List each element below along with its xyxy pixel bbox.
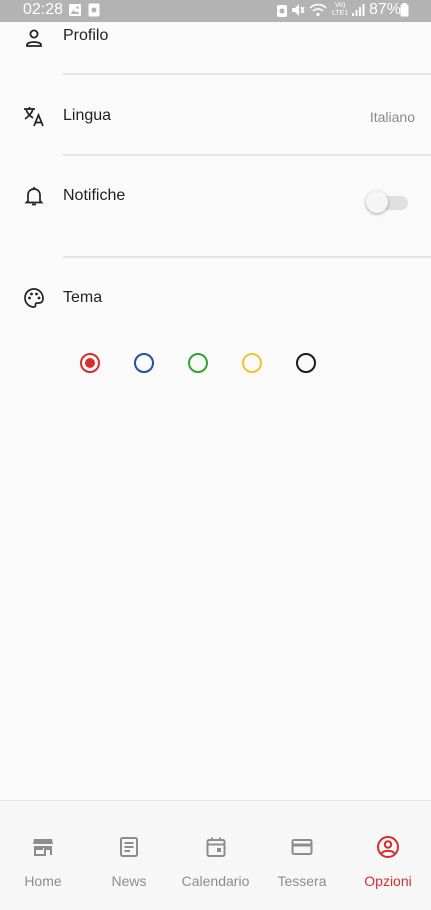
calendar-icon [204, 835, 228, 859]
language-value: Italiano [369, 109, 415, 125]
nav-item-calendar[interactable]: Calendario [172, 801, 259, 910]
store-icon [31, 835, 55, 859]
nav-item-card[interactable]: Tessera [259, 801, 345, 910]
mute-icon [291, 3, 305, 22]
network-type: Vo) LTE1 [332, 2, 349, 17]
notifications-label: Notifiche [63, 187, 126, 204]
article-icon [117, 835, 141, 859]
theme-radio-black[interactable] [295, 352, 317, 374]
profile-label: Profilo [63, 27, 109, 44]
bell-icon [22, 184, 46, 208]
notifications-toggle[interactable] [366, 190, 408, 214]
nav-label-news: News [111, 873, 147, 889]
alarm-icon [276, 3, 288, 23]
gallery-icon [68, 3, 82, 22]
account-circle-icon [376, 835, 400, 859]
battery-icon [400, 3, 409, 22]
theme-radio-blue[interactable] [133, 352, 155, 374]
divider [63, 73, 431, 75]
toggle-thumb [366, 191, 388, 213]
wifi-icon [309, 3, 327, 22]
theme-label: Tema [63, 289, 103, 306]
settings-item-language[interactable]: Lingua Italiano [0, 76, 431, 156]
palette-icon [22, 286, 46, 310]
nav-item-news[interactable]: News [86, 801, 172, 910]
nav-item-options[interactable]: Opzioni [345, 801, 431, 910]
settings-item-profile[interactable]: Profilo [0, 22, 431, 76]
person-icon [22, 26, 46, 50]
bottom-navigation: Home News Calendario Tessera Opzioni [0, 800, 431, 910]
status-bar: 02:28 Vo) LTE1 87% [0, 0, 431, 22]
nav-label-calendar: Calendario [181, 873, 250, 889]
signal-icon [351, 3, 365, 22]
status-time: 02:28 [23, 1, 64, 18]
nav-label-home: Home [24, 873, 62, 889]
card-icon [290, 835, 314, 859]
nav-item-home[interactable]: Home [0, 801, 86, 910]
language-label: Lingua [63, 107, 112, 124]
settings-item-notifications: Notifiche [0, 156, 431, 258]
nav-label-options: Opzioni [364, 873, 412, 889]
app-notification-icon [88, 3, 100, 22]
theme-radio-green[interactable] [187, 352, 209, 374]
translate-icon [22, 104, 46, 128]
battery-percentage: 87% [369, 1, 402, 18]
nav-label-card: Tessera [277, 873, 327, 889]
settings-item-theme: Tema [0, 258, 431, 328]
theme-radio-yellow[interactable] [241, 352, 263, 374]
theme-radio-red[interactable] [79, 352, 101, 374]
